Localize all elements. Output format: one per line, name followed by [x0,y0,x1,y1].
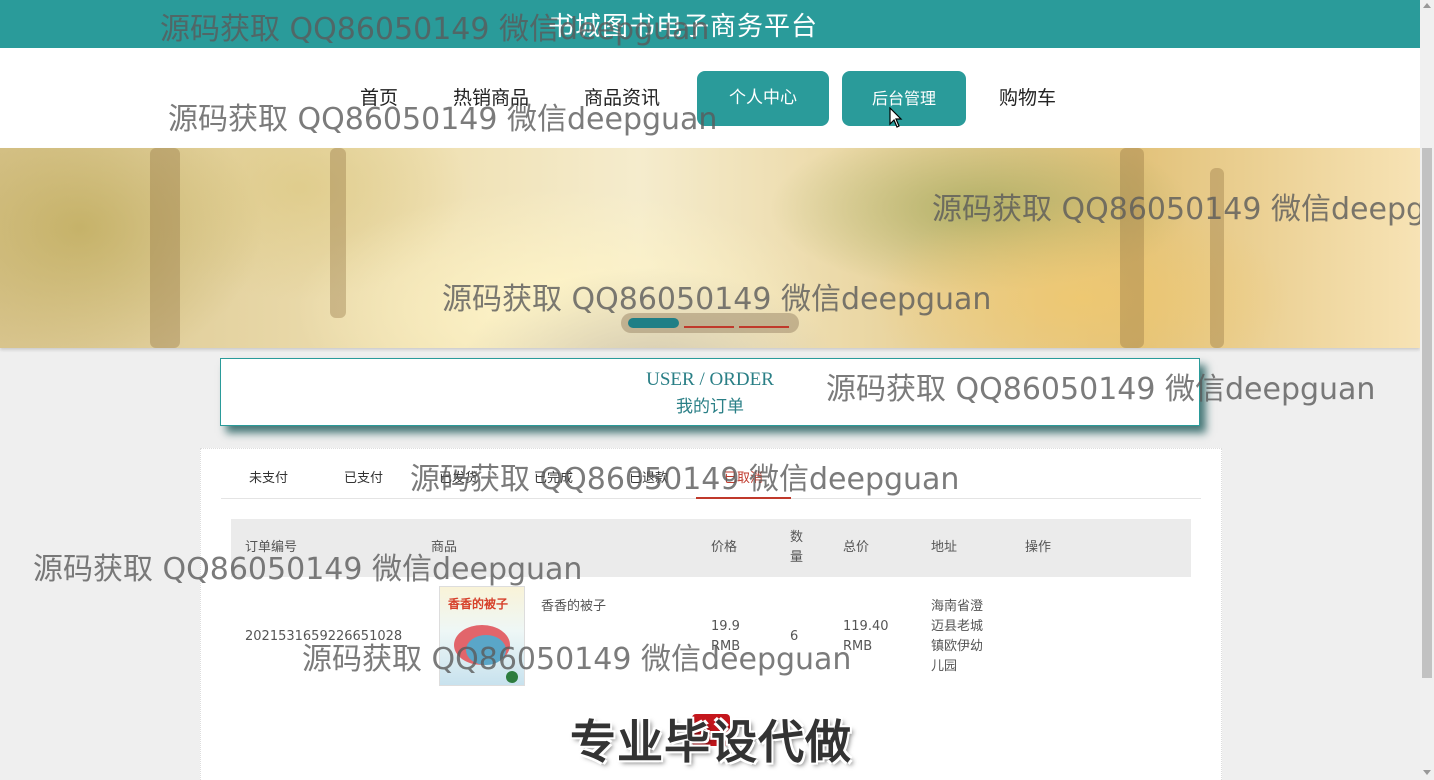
banner-tree [1210,168,1224,348]
column-address: 地址 [931,540,958,555]
carousel-dot-3[interactable] [739,320,789,328]
banner-tree [330,148,346,318]
banner-road [440,258,860,348]
tab-unpaid[interactable]: 未支付 [221,459,316,499]
cover-title: 香香的被子 [448,597,509,611]
order-table-header: 订单编号 商品 价格 数量 总价 地址 操作 [231,519,1191,577]
nav-news[interactable]: 商品资讯 [584,71,660,126]
banner-tree [1120,148,1144,348]
promo-text: 专业毕设代做 [570,715,852,769]
column-price: 价格 [711,540,738,555]
tab-paid[interactable]: 已支付 [316,459,411,499]
site-title: 书城图书电子商务平台 [548,12,819,42]
column-product: 商品 [431,540,458,555]
scrollbar-thumb[interactable] [1422,148,1432,678]
order-header-cn: 我的订单 [676,397,744,417]
column-action: 操作 [1025,540,1052,555]
top-header-bar: 书城图书电子商务平台 [0,0,1420,48]
product-price: 19.9 RMB [711,619,741,654]
publisher-logo [506,671,518,683]
column-quantity: 数量 [790,530,804,565]
tab-cancelled[interactable]: 已取消 [696,459,791,499]
scroll-up-arrow-icon[interactable] [1423,3,1431,8]
tab-refunded[interactable]: 已退款 [601,459,696,499]
carousel-indicators [621,313,799,333]
nav-cart[interactable]: 购物车 [999,71,1056,126]
tab-completed[interactable]: 已完成 [506,459,601,499]
carousel-dot-2[interactable] [684,320,734,328]
nav-home[interactable]: 首页 [360,71,398,126]
nav-user-center-button[interactable]: 个人中心 [697,71,829,126]
product-cover-image[interactable]: 香香的被子 [439,586,525,686]
nav-admin-button[interactable]: 后台管理 [842,71,966,126]
product-name[interactable]: 香香的被子 [541,597,606,617]
tab-shipped[interactable]: 已发货 [411,459,506,499]
shipping-address: 海南省澄迈县老城镇欧伊幼儿园 [931,599,984,674]
mouse-cursor-icon [889,107,903,128]
main-navigation: 首页 热销商品 商品资讯 个人中心 后台管理 购物车 [0,48,1420,148]
column-order-no: 订单编号 [245,540,298,555]
order-section-header: USER / ORDER 我的订单 [220,358,1200,426]
scroll-down-arrow-icon[interactable] [1423,770,1431,775]
product-quantity: 6 [790,629,799,644]
cover-art [466,635,506,665]
order-header-en: USER / ORDER [646,369,774,390]
nav-hot-products[interactable]: 热销商品 [453,71,529,126]
column-total: 总价 [843,540,870,555]
carousel-dot-1[interactable] [628,318,679,328]
page-scrollbar[interactable] [1420,0,1434,780]
banner-tree [150,148,180,348]
order-status-tabs: 未支付 已支付 已发货 已完成 已退款 已取消 [221,459,1201,499]
order-number: 2021531659226651028 [245,629,403,644]
order-total: 119.40 RMB [843,619,889,654]
